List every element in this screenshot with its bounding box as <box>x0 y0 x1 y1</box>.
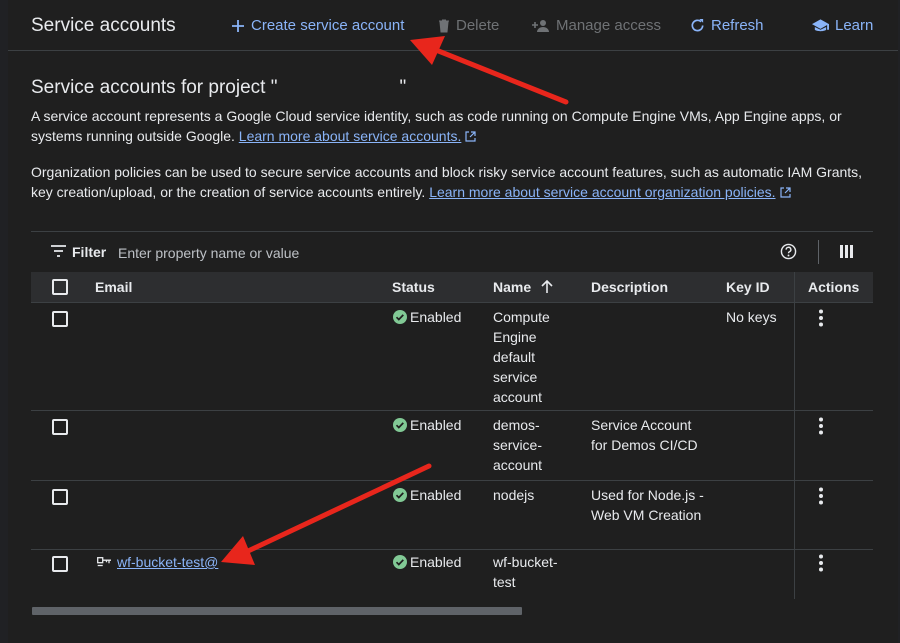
external-link-icon <box>779 187 791 198</box>
table-header: Email Status Name Description Key ID Act… <box>31 272 873 303</box>
status-cell: Enabled <box>393 552 461 572</box>
learn-button[interactable]: Learn <box>812 17 873 34</box>
more-vert-icon[interactable] <box>818 417 824 435</box>
horizontal-scrollbar[interactable] <box>32 607 522 615</box>
actions-column: Actions <box>794 272 874 302</box>
table-row: Enabled demos-service-account Service Ac… <box>31 411 873 481</box>
delete-label: Delete <box>456 17 500 34</box>
name-cell: demos-service-account <box>493 417 543 473</box>
more-vert-icon[interactable] <box>818 487 824 505</box>
table-row: wf-bucket-test@ Enabled wf-bucket-test <box>31 550 873 599</box>
learn-label: Learn <box>835 17 874 34</box>
status-text: Enabled <box>410 554 462 570</box>
status-cell: Enabled <box>393 485 461 505</box>
plus-icon <box>232 19 244 32</box>
row-checkbox[interactable] <box>52 489 68 505</box>
help-icon[interactable] <box>780 243 797 260</box>
org-policy-paragraph: Organization policies can be used to sec… <box>31 162 871 202</box>
status-text: Enabled <box>410 417 462 433</box>
page-title: Service accounts <box>31 15 176 36</box>
toolbar-divider <box>818 240 819 264</box>
check-circle-icon <box>393 310 407 324</box>
trash-icon <box>439 19 449 32</box>
arrow-up-icon <box>541 279 553 293</box>
create-service-account-label: Create service account <box>251 17 405 34</box>
filter-input[interactable] <box>116 240 720 266</box>
filter-bar: Filter <box>31 231 873 273</box>
columns-icon[interactable] <box>840 245 854 258</box>
learn-more-org-policies-link[interactable]: Learn more about service account organiz… <box>429 184 775 200</box>
more-vert-icon[interactable] <box>818 554 824 572</box>
row-checkbox[interactable] <box>52 556 68 572</box>
column-name[interactable]: Name <box>493 279 553 295</box>
external-link-icon <box>465 131 476 142</box>
column-name-label: Name <box>493 279 532 295</box>
description-cell: Used for Node.js - Web VM Creation <box>591 487 704 523</box>
select-all-checkbox[interactable] <box>52 279 68 295</box>
column-key-id[interactable]: Key ID <box>726 279 770 295</box>
refresh-label: Refresh <box>711 17 764 34</box>
description-cell: Service Account for Demos CI/CD <box>591 417 698 453</box>
action-bar: Service accounts Create service account … <box>8 0 898 51</box>
row-checkbox[interactable] <box>52 419 68 435</box>
table-row: Enabled nodejs Used for Node.js - Web VM… <box>31 481 873 550</box>
manage-access-label: Manage access <box>556 17 662 34</box>
delete-button[interactable]: Delete <box>438 17 499 34</box>
check-circle-icon <box>393 488 407 502</box>
email-cell: wf-bucket-test@ <box>97 552 218 572</box>
person-add-icon <box>532 19 549 32</box>
manage-access-button[interactable]: Manage access <box>532 17 661 34</box>
service-accounts-table: Filter Email Status Name Description Key… <box>31 231 873 611</box>
key-icon <box>97 557 111 567</box>
actions-divider <box>794 481 795 549</box>
name-cell: nodejs <box>493 487 535 503</box>
filter-icon <box>51 245 66 257</box>
column-actions: Actions <box>808 279 860 295</box>
intro-paragraph: A service account represents a Google Cl… <box>31 106 871 146</box>
refresh-button[interactable]: Refresh <box>690 17 764 34</box>
actions-divider <box>794 550 795 599</box>
status-cell: Enabled <box>393 415 461 435</box>
create-service-account-button[interactable]: Create service account <box>231 17 404 34</box>
actions-divider <box>794 411 795 480</box>
check-circle-icon <box>393 555 407 569</box>
refresh-icon <box>691 18 704 32</box>
service-account-email-link[interactable]: wf-bucket-test@ <box>117 552 218 572</box>
column-email[interactable]: Email <box>95 279 132 295</box>
status-cell: Enabled <box>393 307 461 327</box>
section-heading-suffix: " <box>399 77 407 98</box>
status-text: Enabled <box>410 487 462 503</box>
console-frame: Service accounts Create service account … <box>8 0 898 643</box>
section-heading-prefix: Service accounts for project " <box>31 77 278 98</box>
filter-label: Filter <box>72 244 107 260</box>
row-checkbox[interactable] <box>52 311 68 327</box>
actions-divider <box>794 303 795 410</box>
name-cell: wf-bucket-test <box>493 554 558 590</box>
name-cell: Compute Engine default service account <box>493 309 550 405</box>
more-vert-icon[interactable] <box>818 309 824 327</box>
table-row: Enabled Compute Engine default service a… <box>31 303 873 411</box>
school-icon <box>812 18 829 31</box>
key-id-cell: No keys <box>726 309 777 325</box>
column-description[interactable]: Description <box>591 279 668 295</box>
section-heading: Service accounts for project " " <box>31 77 406 99</box>
learn-more-service-accounts-link[interactable]: Learn more about service accounts. <box>239 128 462 144</box>
column-status[interactable]: Status <box>392 279 435 295</box>
check-circle-icon <box>393 418 407 432</box>
status-text: Enabled <box>410 309 462 325</box>
